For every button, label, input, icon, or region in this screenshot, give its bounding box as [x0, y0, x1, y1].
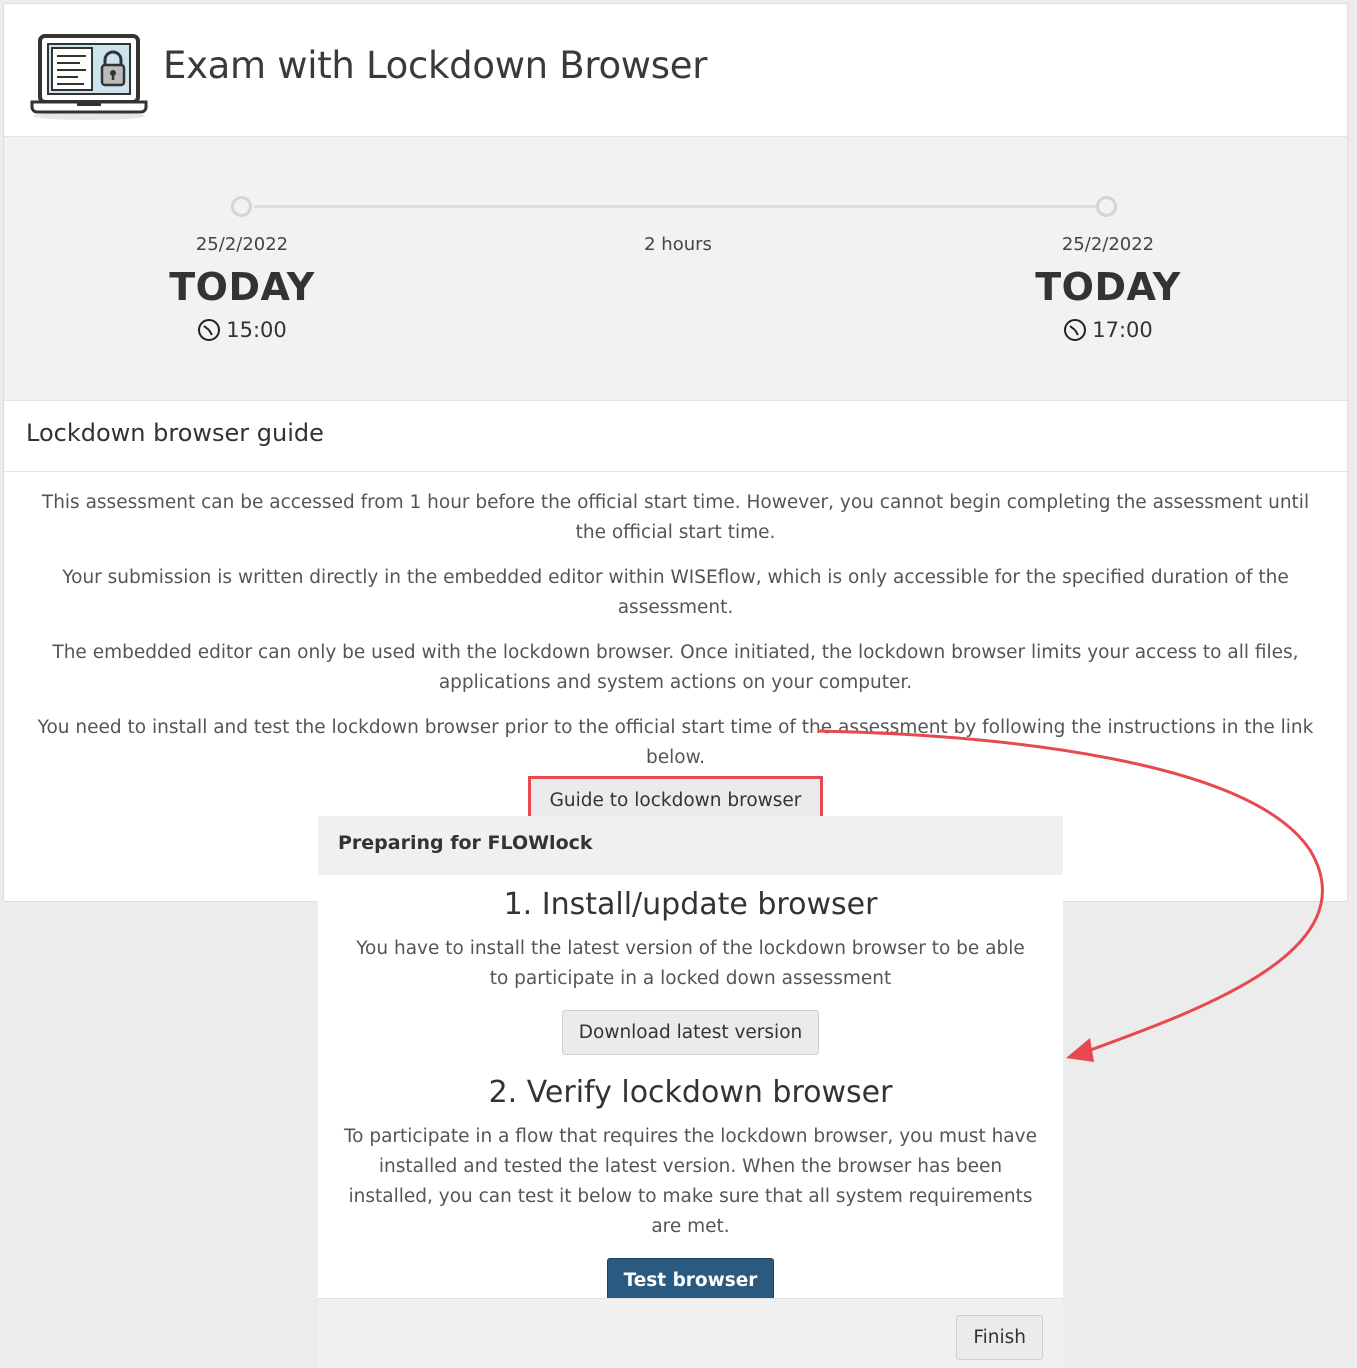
exam-timeline: 25/2/2022 TODAY 15:00 2 hours 25/2/2022 …	[4, 137, 1347, 401]
guide-paragraph: The embedded editor can only be used wit…	[52, 642, 1299, 693]
guide-section-header: Lockdown browser guide	[4, 401, 1347, 472]
step1-text: You have to install the latest version o…	[356, 938, 1025, 989]
test-browser-button[interactable]: Test browser	[606, 1258, 775, 1303]
exam-card: Exam with Lockdown Browser 25/2/2022 TOD…	[3, 3, 1348, 902]
end-time: 17:00	[988, 318, 1228, 342]
laptop-lock-icon	[30, 34, 148, 120]
guide-paragraph: This assessment can be accessed from 1 h…	[41, 492, 1310, 543]
timeline-bar	[254, 205, 1101, 208]
timeline-end-dot	[1096, 196, 1117, 217]
page-title: Exam with Lockdown Browser	[163, 44, 708, 87]
end-date: 25/2/2022	[1061, 234, 1155, 255]
clock-icon	[198, 319, 221, 341]
flowlock-dialog: Preparing for FLOWlock 1. Install/update…	[318, 816, 1063, 1368]
end-time-value: 17:00	[1092, 318, 1153, 342]
dialog-body: 1. Install/update browser You have to in…	[318, 875, 1063, 1303]
guide-paragraph: You need to install and test the lockdow…	[37, 717, 1314, 768]
step2-text: To participate in a flow that requires t…	[344, 1126, 1037, 1237]
exam-header: Exam with Lockdown Browser	[4, 4, 1347, 137]
end-day-label: TODAY	[1035, 265, 1181, 309]
dialog-title: Preparing for FLOWlock	[338, 832, 593, 854]
dialog-header: Preparing for FLOWlock	[318, 816, 1063, 875]
start-time-block: 25/2/2022 TODAY 15:00	[122, 234, 362, 342]
guide-title: Lockdown browser guide	[26, 419, 324, 447]
timeline-start-dot	[231, 196, 252, 217]
arrow-head-icon	[1066, 1038, 1094, 1062]
exam-duration: 2 hours	[644, 234, 712, 255]
start-date: 25/2/2022	[195, 234, 289, 255]
download-latest-version-button[interactable]: Download latest version	[561, 1010, 820, 1055]
dialog-footer: Finish	[318, 1298, 1063, 1368]
start-time-value: 15:00	[226, 318, 287, 342]
guide-paragraph: Your submission is written directly in t…	[62, 567, 1289, 618]
clock-icon	[1064, 319, 1087, 341]
finish-button[interactable]: Finish	[956, 1315, 1043, 1360]
start-time: 15:00	[122, 318, 362, 342]
page: Exam with Lockdown Browser 25/2/2022 TOD…	[0, 0, 1357, 1368]
start-day-label: TODAY	[169, 265, 315, 309]
guide-body: This assessment can be accessed from 1 h…	[4, 472, 1347, 820]
guide-to-lockdown-browser-button[interactable]: Guide to lockdown browser	[527, 776, 824, 820]
step2-heading: 2. Verify lockdown browser	[488, 1075, 893, 1110]
step1-heading: 1. Install/update browser	[503, 887, 878, 922]
end-time-block: 25/2/2022 TODAY 17:00	[988, 234, 1228, 342]
